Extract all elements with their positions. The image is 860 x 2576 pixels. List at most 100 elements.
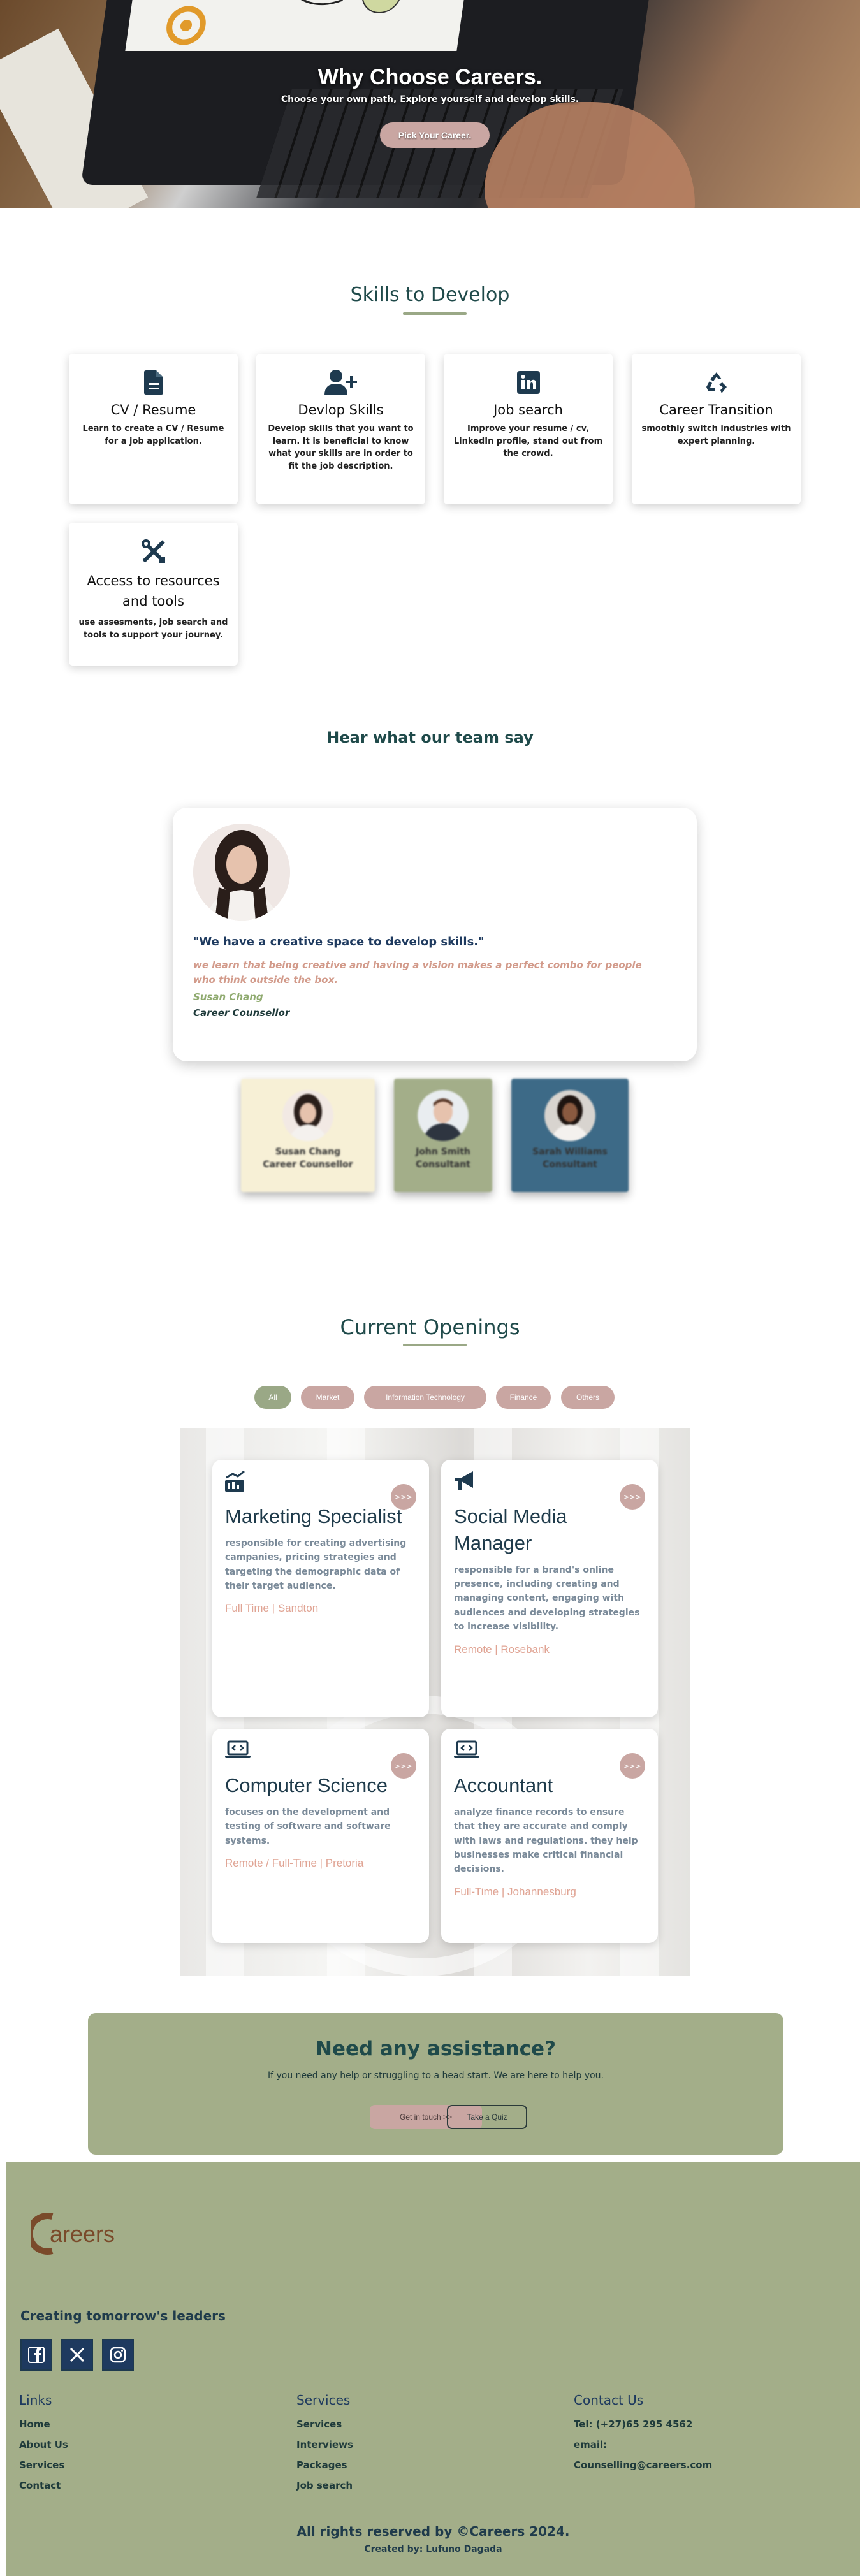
avatar <box>193 824 290 921</box>
svg-text:areers: areers <box>50 2221 115 2247</box>
footer-service-job-search[interactable]: Job search <box>296 2475 353 2496</box>
tools-icon <box>78 537 229 566</box>
skill-title: Job search <box>493 402 563 418</box>
footer-tagline: Creating tomorrow's leaders <box>20 2308 226 2324</box>
skill-desc: use assesments, job search and tools to … <box>78 618 228 640</box>
job-title: Social Media Manager <box>454 1505 567 1554</box>
assistance-text: If you need any help or struggling to a … <box>268 2070 604 2081</box>
job-title: Accountant <box>454 1774 553 1796</box>
laptop-code-icon <box>454 1740 645 1766</box>
credit: Created by: Lufuno Dagada <box>364 2544 502 2554</box>
thumb-role: Consultant <box>416 1159 470 1170</box>
take-quiz-button[interactable]: Take a Quiz <box>447 2105 527 2129</box>
skill-card-resources[interactable]: Access to resources and tools use assesm… <box>69 523 238 666</box>
filter-all[interactable]: All <box>254 1386 291 1409</box>
job-location: Remote / Full-Time | Pretoria <box>225 1857 364 1870</box>
skills-title: Skills to Develop <box>350 284 510 306</box>
testimonial-thumb-john[interactable]: John Smith Consultant <box>394 1079 492 1192</box>
open-job-button[interactable]: >>> <box>391 1484 416 1510</box>
avatar <box>282 1090 333 1141</box>
chart-icon <box>225 1470 416 1497</box>
careers-logo[interactable]: areers <box>26 2211 158 2256</box>
user-plus-icon <box>265 368 416 397</box>
footer-contact: Contact Us Tel: (+27)65 295 4562 email: … <box>574 2392 712 2475</box>
testimonial-name: Susan Chang <box>193 991 263 1003</box>
footer-service-packages[interactable]: Packages <box>296 2455 353 2475</box>
megaphone-icon <box>454 1471 645 1497</box>
testimonial-role: Career Counsellor <box>193 1007 290 1019</box>
filter-information-technology[interactable]: Information Technology <box>364 1386 486 1409</box>
contact-phone: Tel: (+27)65 295 4562 <box>574 2419 693 2430</box>
file-icon <box>78 368 229 397</box>
laptop-screen <box>125 0 468 51</box>
open-job-button[interactable]: >>> <box>620 1753 645 1779</box>
testimonial-thumb-susan[interactable]: Susan Chang Career Counsellor <box>241 1079 375 1192</box>
thumb-name: Sarah Williams <box>532 1147 608 1157</box>
testimonial-quote: "We have a creative space to develop ski… <box>193 935 485 949</box>
skill-title: Access to resources and tools <box>87 573 220 609</box>
thumb-role: Consultant <box>543 1159 597 1170</box>
contact-email-label: email: <box>574 2439 608 2450</box>
assistance-title: Need any assistance? <box>315 2037 557 2060</box>
skill-desc: Develop skills that you want to learn. I… <box>268 424 414 471</box>
thumb-name: Susan Chang <box>275 1147 341 1157</box>
footer-service-services[interactable]: Services <box>296 2414 353 2434</box>
job-location: Remote | Rosebank <box>454 1643 550 1655</box>
laptop-code-icon <box>225 1740 416 1766</box>
footer-services: Services Services Interviews Packages Jo… <box>296 2392 353 2496</box>
thumb-name: John Smith <box>416 1147 470 1157</box>
job-card-accountant[interactable]: >>> Accountant analyze finance records t… <box>441 1729 658 1943</box>
services-heading: Services <box>296 2392 351 2408</box>
recycle-icon <box>641 368 792 397</box>
skill-desc: Improve your resume / cv, LinkedIn profi… <box>453 424 603 458</box>
skill-title: CV / Resume <box>110 402 196 418</box>
footer-link-about[interactable]: About Us <box>19 2434 68 2455</box>
pick-career-button[interactable]: Pick Your Career. <box>380 122 490 148</box>
contact-email[interactable]: Counselling@careers.com <box>574 2455 712 2475</box>
sketch-illustration <box>166 0 402 45</box>
job-desc: responsible for creating advertising cam… <box>225 1538 407 1592</box>
job-desc: analyze finance records to ensure that t… <box>454 1807 638 1875</box>
job-desc: responsible for a brand's online presenc… <box>454 1564 640 1633</box>
skill-title: Career Transition <box>659 402 773 418</box>
testimonial-card: "We have a creative space to develop ski… <box>173 808 697 1061</box>
footer-service-interviews[interactable]: Interviews <box>296 2434 353 2455</box>
footer-link-services[interactable]: Services <box>19 2455 68 2475</box>
skill-card-job-search[interactable]: Job search Improve your resume / cv, Lin… <box>444 354 613 504</box>
skills-title-underline <box>403 312 467 315</box>
copyright: All rights reserved by ©Careers 2024. <box>296 2524 570 2539</box>
links-heading: Links <box>19 2392 52 2408</box>
open-job-button[interactable]: >>> <box>391 1753 416 1779</box>
assistance-banner: Need any assistance? If you need any hel… <box>88 2013 783 2155</box>
openings-title: Current Openings <box>340 1315 520 1339</box>
testimonial-text: we learn that being creative and having … <box>193 959 642 986</box>
skill-desc: Learn to create a CV / Resume for a job … <box>82 424 224 446</box>
facebook-icon[interactable] <box>20 2339 52 2371</box>
testimonials-title: Hear what our team say <box>326 729 534 746</box>
footer: areers Creating tomorrow's leaders Links… <box>6 2162 860 2576</box>
footer-link-contact[interactable]: Contact <box>19 2475 68 2496</box>
avatar <box>418 1090 469 1141</box>
footer-link-home[interactable]: Home <box>19 2414 68 2434</box>
hero-subtitle: Choose your own path, Explore yourself a… <box>281 94 579 105</box>
thumb-role: Career Counsellor <box>263 1159 353 1170</box>
skill-card-develop[interactable]: Devlop Skills Develop skills that you wa… <box>256 354 425 504</box>
hero-title: Why Choose Careers. <box>317 65 543 89</box>
avatar <box>544 1090 595 1141</box>
openings-title-underline <box>403 1344 467 1346</box>
x-twitter-icon[interactable] <box>61 2339 93 2371</box>
job-card-computer-science[interactable]: >>> Computer Science focuses on the deve… <box>212 1729 429 1943</box>
skill-card-transition[interactable]: Career Transition smoothly switch indust… <box>632 354 801 504</box>
testimonial-thumb-sarah[interactable]: Sarah Williams Consultant <box>511 1079 629 1192</box>
instagram-icon[interactable] <box>102 2339 134 2371</box>
job-title: Marketing Specialist <box>225 1505 402 1527</box>
job-card-social-media[interactable]: >>> Social Media Manager responsible for… <box>441 1460 658 1717</box>
open-job-button[interactable]: >>> <box>620 1484 645 1510</box>
filter-finance[interactable]: Finance <box>496 1386 551 1409</box>
filter-market[interactable]: Market <box>301 1386 354 1409</box>
filter-others[interactable]: Others <box>561 1386 615 1409</box>
job-card-marketing[interactable]: >>> Marketing Specialist responsible for… <box>212 1460 429 1717</box>
job-location: Full Time | Sandton <box>225 1602 319 1615</box>
skill-title: Devlop Skills <box>298 402 384 418</box>
skill-card-cv[interactable]: CV / Resume Learn to create a CV / Resum… <box>69 354 238 504</box>
